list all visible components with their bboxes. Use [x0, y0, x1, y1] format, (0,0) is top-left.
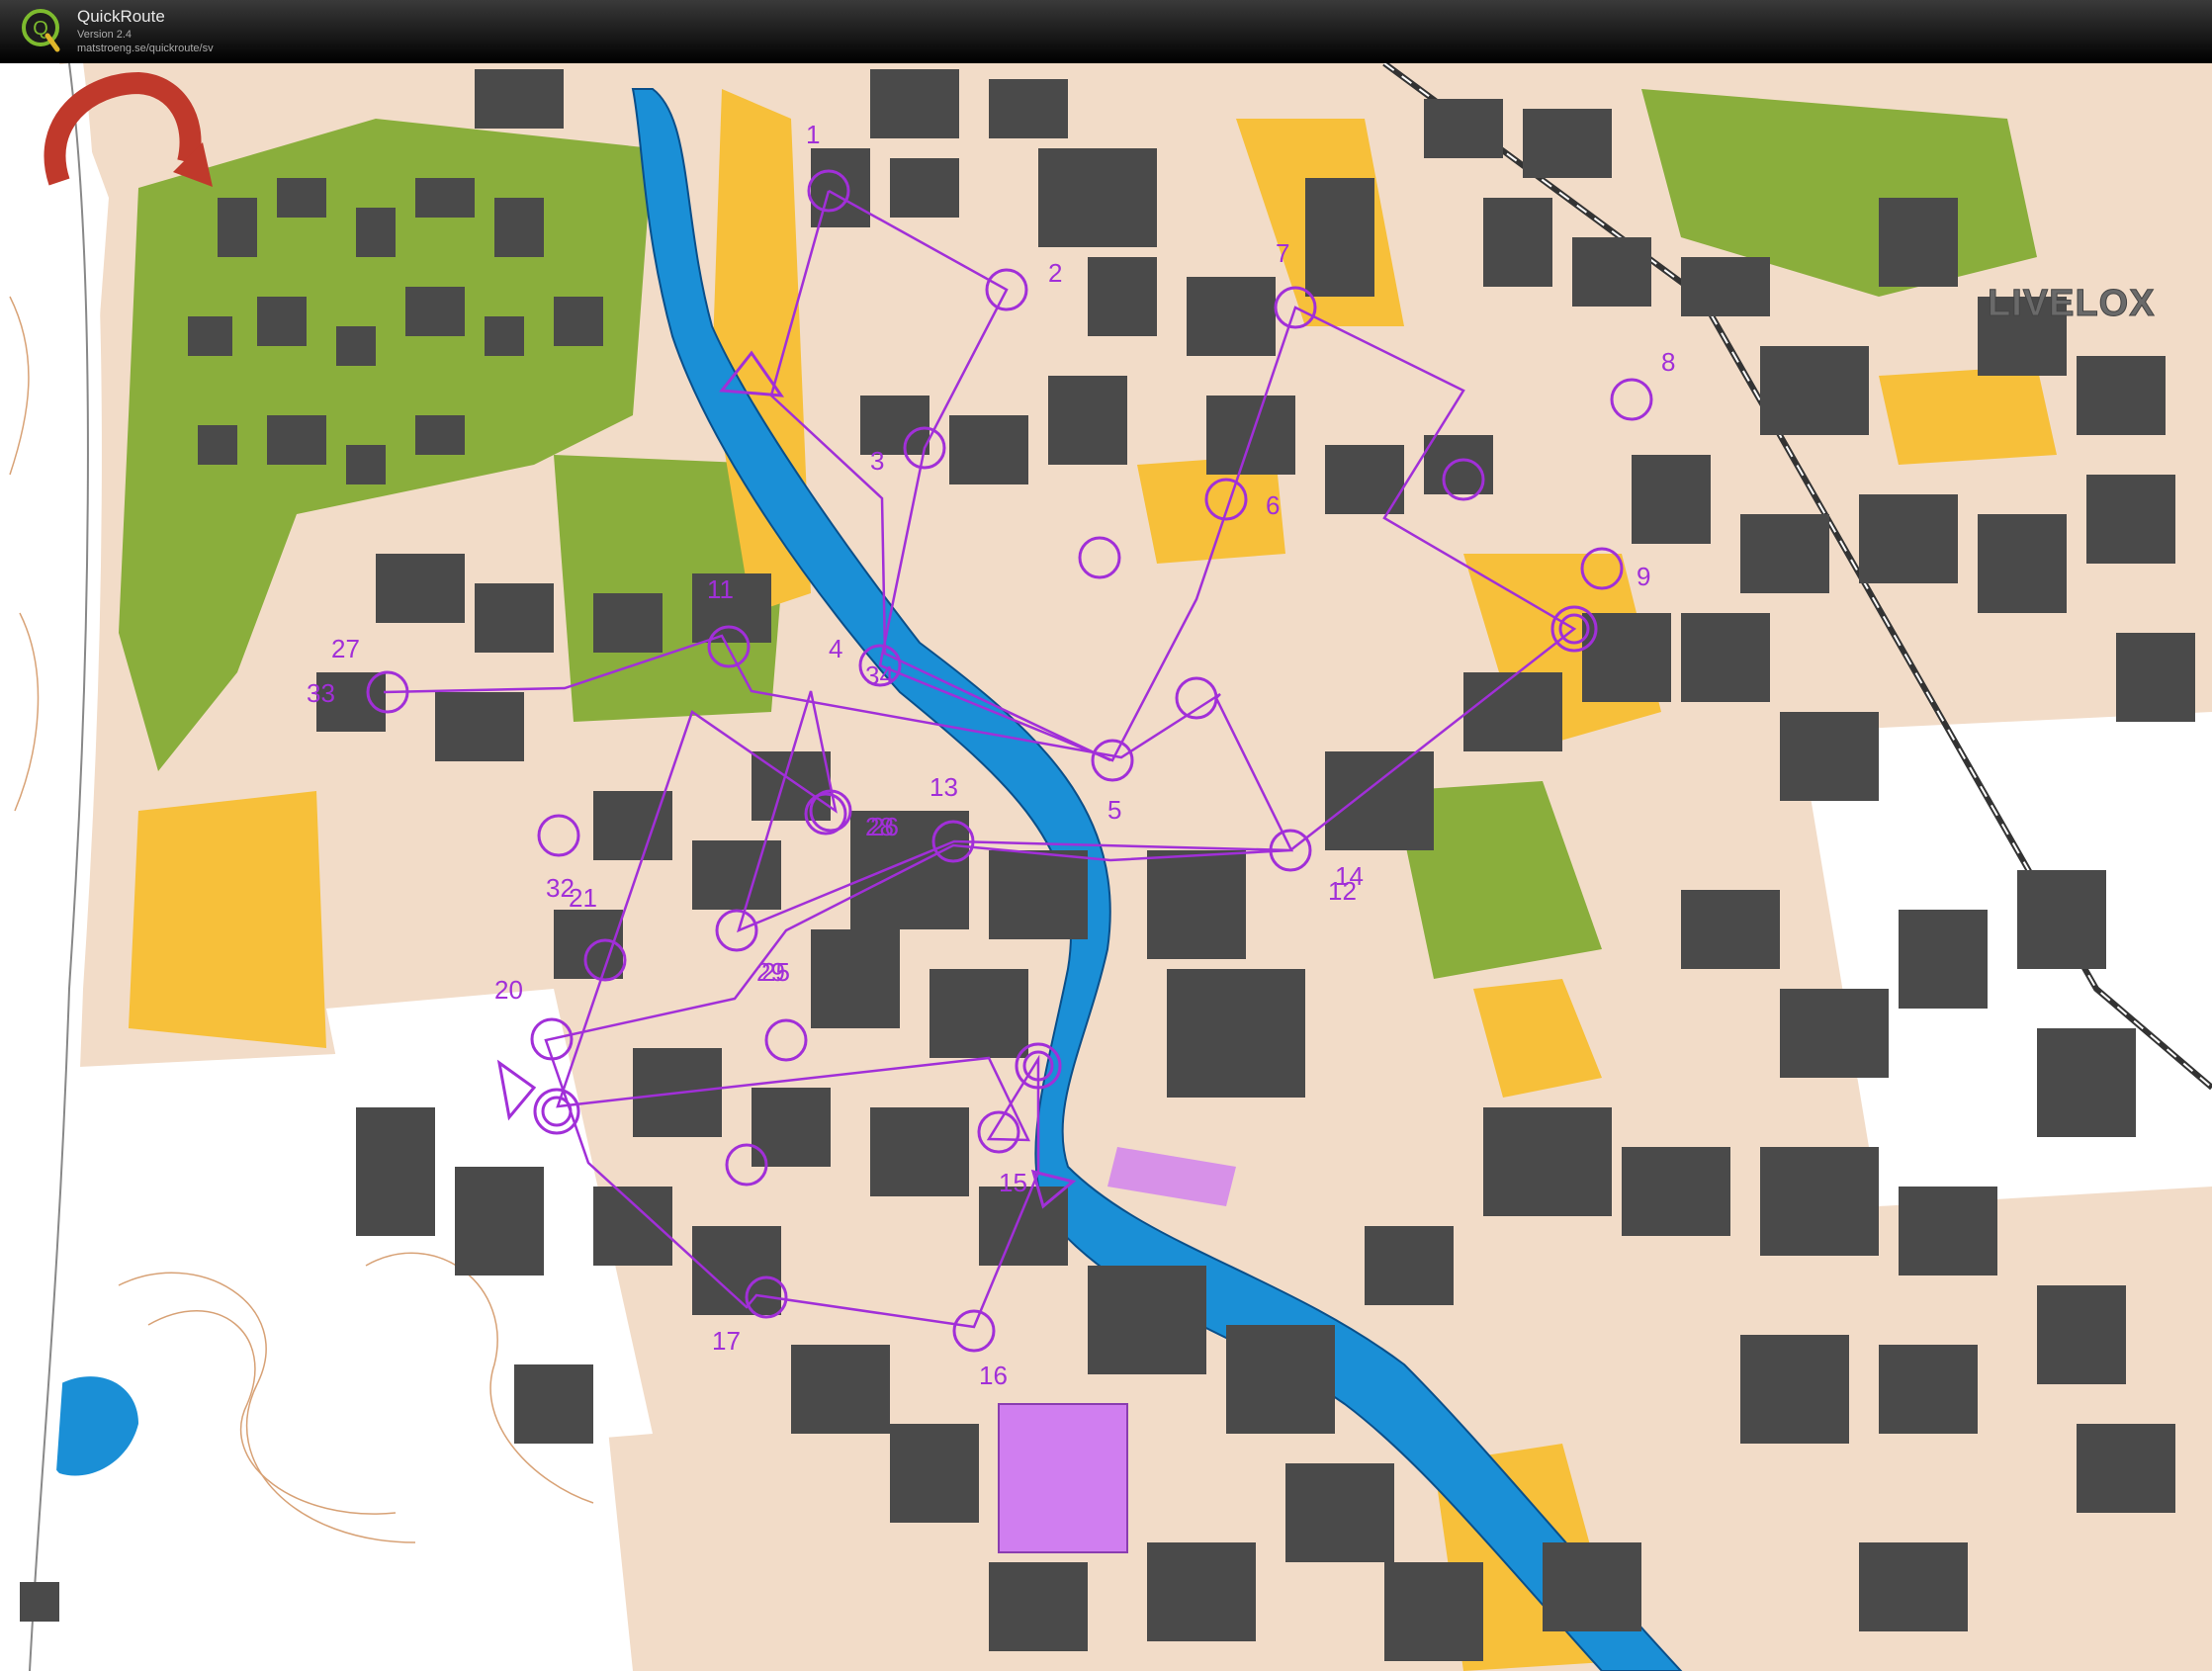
control-label: 14: [1335, 861, 1364, 891]
title-bar: Q QuickRoute Version 2.4 matstroeng.se/q…: [0, 0, 2212, 63]
app-url: matstroeng.se/quickroute/sv: [77, 43, 214, 54]
control-label: 34: [865, 660, 894, 690]
orienteering-map[interactable]: 1 2 3 4 5 6 7 8 9 11 12 13 14 15 16 17 2…: [0, 63, 2212, 1671]
control-label: 1: [806, 120, 820, 149]
livelox-brand-text: LIVELOX: [1988, 283, 2156, 325]
control-label: 2: [1048, 258, 1062, 288]
map-canvas: 1 2 3 4 5 6 7 8 9 11 12 13 14 15 16 17 2…: [0, 63, 2212, 1671]
app-title: QuickRoute: [77, 7, 165, 26]
control-label: 8: [1661, 347, 1675, 377]
control-label: 29: [756, 957, 785, 987]
control-label: 11: [707, 574, 734, 604]
app-version: Version 2.4: [77, 29, 133, 41]
livelox-logo-icon: [44, 71, 213, 187]
svg-text:Q: Q: [33, 18, 48, 40]
control-label: 16: [979, 1361, 1008, 1390]
control-label: 15: [999, 1168, 1027, 1197]
quickroute-logo-icon: Q: [22, 9, 60, 52]
control-label: 33: [307, 678, 335, 708]
control-label: 20: [494, 975, 523, 1005]
control-label: 4: [829, 634, 842, 663]
control-label: 3: [870, 446, 884, 476]
control-label: 28: [865, 812, 894, 841]
control-label: 32: [546, 873, 575, 903]
control-label: 5: [1107, 795, 1121, 825]
control-label: 6: [1266, 490, 1280, 520]
control-label: 13: [929, 772, 958, 802]
control-label: 17: [712, 1326, 741, 1356]
control-label: 7: [1276, 238, 1289, 268]
control-label: 27: [331, 634, 360, 663]
control-label: 9: [1637, 562, 1650, 591]
